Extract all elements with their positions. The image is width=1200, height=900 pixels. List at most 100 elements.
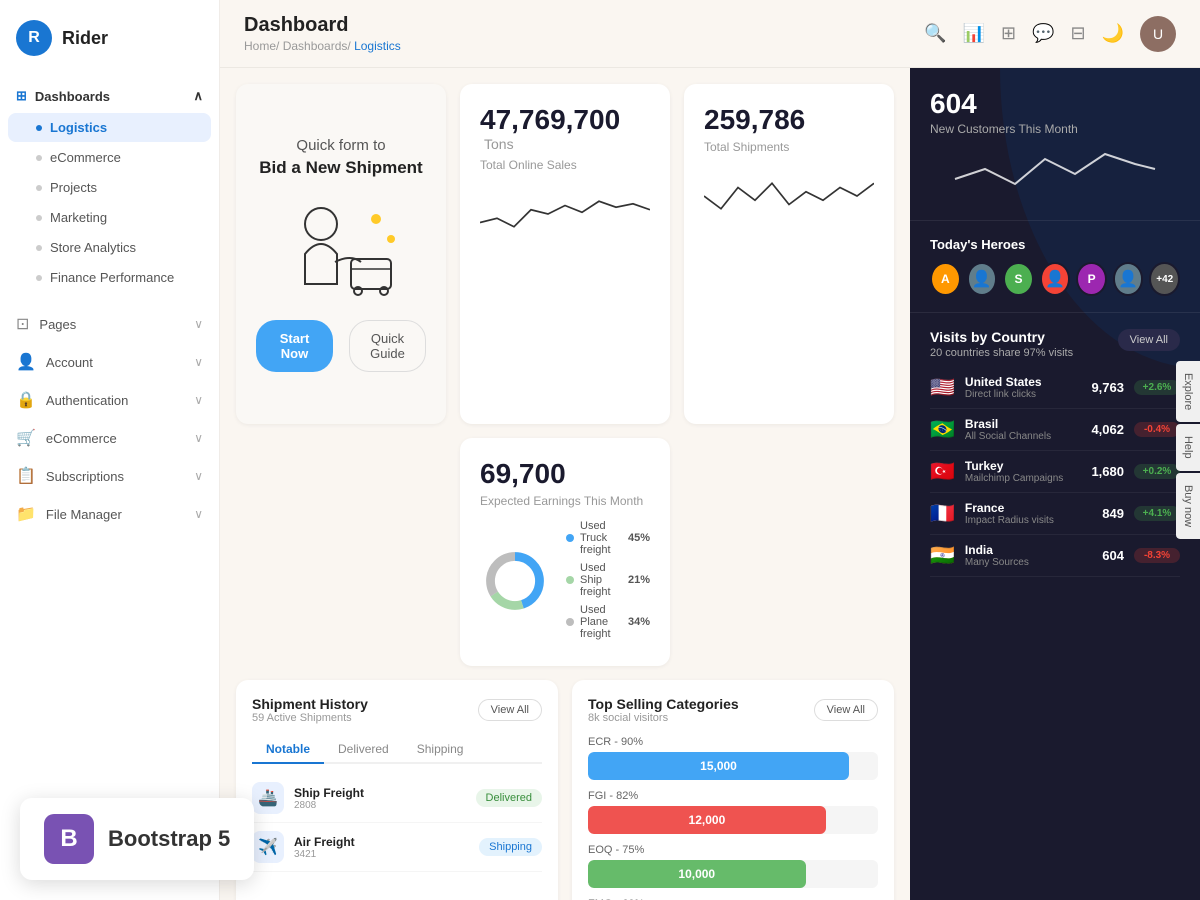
logo-area[interactable]: R Rider: [0, 0, 219, 76]
ship-freight-info: Ship Freight 2808: [294, 786, 466, 811]
chevron-icon: ∨: [194, 431, 203, 445]
status-badge: Delivered: [476, 789, 542, 807]
sidebar-item-store-analytics[interactable]: Store Analytics: [8, 233, 211, 262]
dot: [36, 245, 42, 251]
category-bars: ECR - 90% 15,000 FGI - 82% 1: [588, 736, 878, 900]
new-customers-card: 604 New Customers This Month: [910, 68, 1200, 221]
stat-label-shipments: Total Shipments: [704, 140, 874, 154]
bootstrap-banner: B Bootstrap 5: [20, 798, 254, 880]
chart-icon[interactable]: 📊: [963, 23, 985, 44]
help-tab[interactable]: Help: [1176, 424, 1200, 471]
top-selling-card: Top Selling Categories 8k social visitor…: [572, 680, 894, 900]
shipments-chart-svg: [704, 166, 874, 226]
plane-dot: [566, 618, 574, 626]
country-row-brasil: 🇧🇷 Brasil All Social Channels 4,062 -0.4…: [930, 409, 1180, 451]
hero-avatar-extra: +42: [1149, 262, 1180, 296]
sidebar-item-marketing[interactable]: Marketing: [8, 203, 211, 232]
ecommerce-nav-icon: 🛒: [16, 428, 36, 448]
header-left: Dashboard Home/ Dashboards/ Logistics: [244, 14, 401, 53]
visits-section: Visits by Country 20 countries share 97%…: [910, 313, 1200, 593]
shipment-form-card: Quick form to Bid a New Shipment: [236, 84, 446, 424]
sidebar-item-file-manager[interactable]: 📁 File Manager ∨: [0, 495, 219, 533]
form-title: Bid a New Shipment: [259, 158, 422, 178]
right-panel: 604 New Customers This Month Today's Her…: [910, 68, 1200, 900]
sidebar-item-account[interactable]: 👤 Account ∨: [0, 343, 219, 381]
sidebar-item-auth[interactable]: 🔒 Authentication ∨: [0, 381, 219, 419]
chevron-icon: ∨: [194, 355, 203, 369]
explore-tab[interactable]: Explore: [1176, 361, 1200, 422]
dot: [36, 215, 42, 221]
marketing-label: Marketing: [50, 210, 107, 225]
sidebar-item-subscriptions[interactable]: 📋 Subscriptions ∨: [0, 457, 219, 495]
grid-icon[interactable]: ⊞: [1001, 23, 1016, 44]
status-badge: Shipping: [479, 838, 542, 856]
tab-shipping[interactable]: Shipping: [403, 736, 478, 764]
buy-now-tab[interactable]: Buy now: [1176, 473, 1200, 539]
illustration-svg: [261, 194, 421, 304]
quick-guide-button[interactable]: Quick Guide: [349, 320, 426, 372]
stat-number-sales: 47,769,700 Tons: [480, 104, 650, 154]
sidebar-item-projects[interactable]: Projects: [8, 173, 211, 202]
main-content: Dashboard Home/ Dashboards/ Logistics 🔍 …: [220, 0, 1200, 900]
customers-chart: [930, 144, 1180, 204]
user-avatar[interactable]: U: [1140, 16, 1176, 52]
hero-avatar-s: S: [1003, 262, 1034, 296]
theme-icon[interactable]: 🌙: [1102, 23, 1124, 44]
sidebar-item-pages[interactable]: ⊡ Pages ∨: [0, 305, 219, 343]
shipment-history-card: Shipment History 59 Active Shipments Vie…: [236, 680, 558, 900]
bar-fill: 10,000: [588, 860, 806, 888]
search-icon[interactable]: 🔍: [924, 23, 946, 44]
france-change: +4.1%: [1134, 506, 1180, 521]
header: Dashboard Home/ Dashboards/ Logistics 🔍 …: [220, 0, 1200, 68]
tab-notable[interactable]: Notable: [252, 736, 324, 764]
india-change: -8.3%: [1134, 548, 1180, 563]
bottom-cards: Shipment History 59 Active Shipments Vie…: [236, 680, 894, 900]
dashboards-group[interactable]: ⊞ Dashboards ∧: [0, 80, 219, 112]
country-row-turkey: 🇹🇷 Turkey Mailchimp Campaigns 1,680 +0.2…: [930, 451, 1180, 493]
projects-label: Projects: [50, 180, 97, 195]
ecommerce-nav-label: eCommerce: [46, 431, 117, 446]
sales-chart-svg: [480, 184, 650, 244]
bar-fill: 15,000: [588, 752, 849, 780]
selling-view-all-button[interactable]: View All: [814, 699, 878, 721]
turkey-flag: 🇹🇷: [930, 459, 955, 484]
donut-section: Used Truck freight 45% Used Ship freight…: [480, 520, 650, 646]
donut-chart: [480, 546, 550, 621]
bar-row: EOQ - 75% 10,000: [588, 844, 878, 888]
us-change: +2.6%: [1134, 380, 1180, 395]
dashboards-label: Dashboards: [35, 89, 110, 104]
donut-svg: [480, 546, 550, 616]
bar-row: FGI - 82% 12,000: [588, 790, 878, 834]
france-flag: 🇫🇷: [930, 501, 955, 526]
history-view-all-button[interactable]: View All: [478, 699, 542, 721]
us-info: United States Direct link clicks: [965, 375, 1074, 400]
truck-dot: [566, 534, 574, 542]
message-icon[interactable]: 💬: [1032, 23, 1054, 44]
hero-avatar-a: A: [930, 262, 961, 296]
ecommerce-label: eCommerce: [50, 150, 121, 165]
sidebar-item-ecommerce-nav[interactable]: 🛒 eCommerce ∨: [0, 419, 219, 457]
customers-chart-svg: [930, 144, 1180, 194]
sidebar-item-finance[interactable]: Finance Performance: [8, 263, 211, 292]
app-name: Rider: [62, 28, 108, 49]
country-row-us: 🇺🇸 United States Direct link clicks 9,76…: [930, 367, 1180, 409]
edge-tabs: Explore Help Buy now: [1176, 361, 1200, 539]
tab-delivered[interactable]: Delivered: [324, 736, 403, 764]
india-info: India Many Sources: [965, 543, 1074, 568]
sidebar-item-logistics[interactable]: Logistics: [8, 113, 211, 142]
sidebar-item-ecommerce[interactable]: eCommerce: [8, 143, 211, 172]
stat-number-shipments: 259,786: [704, 104, 874, 136]
stat-label-sales: Total Online Sales: [480, 158, 650, 172]
visits-view-all-button[interactable]: View All: [1118, 329, 1180, 351]
apps-icon[interactable]: ⊟: [1070, 23, 1085, 44]
heroes-avatars: A 👤 S 👤 P 👤 +42: [930, 262, 1180, 296]
dashboards-section: ⊞ Dashboards ∧ Logistics eCommerce Proje…: [0, 76, 219, 297]
heroes-section: Today's Heroes A 👤 S 👤 P 👤: [910, 221, 1200, 313]
total-sales-card: 47,769,700 Tons Total Online Sales: [460, 84, 670, 424]
history-card-header: Shipment History 59 Active Shipments Vie…: [252, 696, 542, 724]
bootstrap-icon: B: [44, 814, 94, 864]
store-analytics-label: Store Analytics: [50, 240, 136, 255]
sales-chart: [480, 184, 650, 244]
start-now-button[interactable]: Start Now: [256, 320, 333, 372]
page-title: Dashboard: [244, 14, 401, 37]
